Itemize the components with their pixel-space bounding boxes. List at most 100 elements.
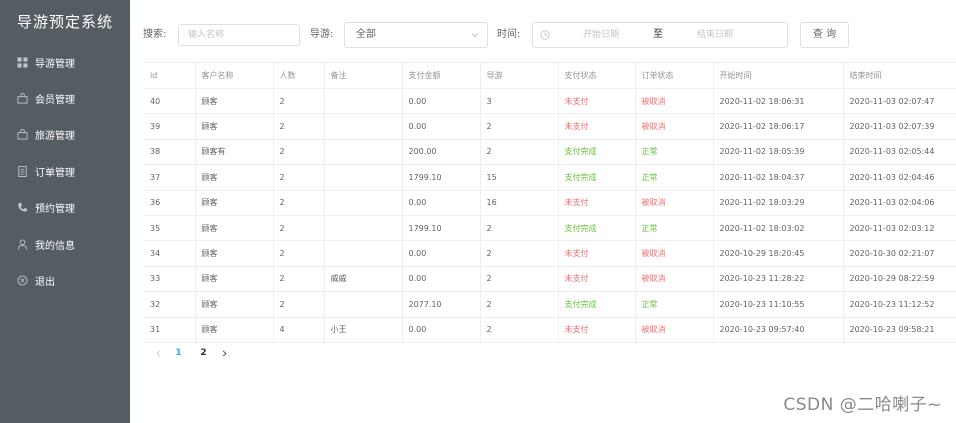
cell-people: 2 bbox=[273, 215, 325, 242]
cell-pay-status: 支付完成 bbox=[558, 164, 636, 191]
cell-people: 2 bbox=[273, 266, 325, 293]
sidebar-item-orders[interactable]: 订单管理 bbox=[0, 153, 130, 189]
start-date-input[interactable]: 开始日期 bbox=[583, 23, 619, 47]
cell-end-time: 2020-11-03 02:04:06 bbox=[843, 190, 956, 216]
cell-people: 2 bbox=[273, 88, 325, 115]
table-row: 32 顾客 2 2077.10 2 支付完成 正常 2020-10-23 11:10:55 20… bbox=[144, 291, 956, 318]
sidebar-item-label: 订单管理 bbox=[35, 167, 75, 179]
cell-customer: 顾客 bbox=[195, 88, 274, 115]
cell-end-time: 2020-11-03 02:07:47 bbox=[843, 88, 956, 115]
cell-people: 2 bbox=[273, 139, 325, 166]
column-header-pay-status: 支付状态 bbox=[558, 62, 636, 89]
cell-order-status: 正常 bbox=[635, 164, 714, 191]
column-header-order-status: 订单状态 bbox=[635, 62, 714, 89]
cell-start-time: 2020-11-02 18:03:02 bbox=[713, 215, 844, 242]
sidebar-item-label: 导游管理 bbox=[35, 58, 75, 70]
cell-customer: 顾客 bbox=[195, 317, 274, 343]
table-row: 33 顾客 2 威威 0.00 2 未支付 被取消 2020-10-23 11:28:22 202… bbox=[144, 266, 956, 293]
cell-amount: 1799.10 bbox=[402, 215, 481, 242]
guide-select-value: 全部 bbox=[356, 29, 376, 40]
guide-select[interactable]: 全部 bbox=[344, 22, 488, 48]
cell-pay-status: 未支付 bbox=[558, 240, 636, 267]
cell-order-status: 正常 bbox=[635, 139, 714, 166]
cell-id: 36 bbox=[144, 190, 196, 216]
cell-order-status: 正常 bbox=[635, 291, 714, 318]
cell-id: 34 bbox=[144, 240, 196, 267]
cell-id: 33 bbox=[144, 266, 196, 293]
sidebar-item-label: 会员管理 bbox=[35, 95, 75, 107]
chevron-right-icon bbox=[222, 350, 226, 356]
cell-customer: 顾客 bbox=[195, 113, 274, 140]
cell-amount: 0.00 bbox=[402, 88, 481, 115]
page-1-button[interactable]: 1 bbox=[166, 348, 191, 358]
column-header-people: 人数 bbox=[273, 62, 325, 89]
column-header-start-time: 开始时间 bbox=[713, 62, 844, 89]
cell-people: 2 bbox=[273, 164, 325, 191]
cell-note bbox=[324, 113, 403, 140]
cell-end-time: 2020-11-03 02:04:46 bbox=[843, 164, 956, 191]
cell-pay-status: 未支付 bbox=[558, 113, 636, 140]
table-row: 36 顾客 2 0.00 16 未支付 被取消 2020-11-02 18:03:29 2020… bbox=[144, 190, 956, 216]
page-2-button[interactable]: 2 bbox=[191, 348, 216, 358]
column-header-end-time: 结束时间 bbox=[843, 62, 956, 89]
table-row: 34 顾客 2 0.00 2 未支付 被取消 2020-10-29 18:20:45 2020-… bbox=[144, 240, 956, 267]
cell-start-time: 2020-10-23 09:57:40 bbox=[713, 317, 844, 343]
cell-guide: 2 bbox=[480, 317, 559, 343]
cell-order-status: 被取消 bbox=[635, 88, 714, 115]
cell-amount: 0.00 bbox=[402, 317, 481, 343]
cell-guide: 2 bbox=[480, 266, 559, 293]
pagination: 1 2 bbox=[150, 344, 232, 362]
prev-page-button[interactable] bbox=[150, 344, 166, 362]
bag-icon bbox=[16, 93, 28, 105]
cell-start-time: 2020-10-23 11:10:55 bbox=[713, 291, 844, 318]
table-body: 40 顾客 2 0.00 3 未支付 被取消 2020-11-02 18:06:31 2020-… bbox=[144, 88, 956, 343]
date-range-picker[interactable]: 开始日期 至 结束日期 bbox=[532, 22, 788, 48]
search-input[interactable] bbox=[178, 24, 300, 46]
app-title: 导游预定系统 bbox=[16, 13, 113, 31]
table-row: 31 顾客 4 小王 0.00 2 未支付 被取消 2020-10-23 09:57:40 202… bbox=[144, 317, 956, 343]
sidebar-item-label: 退出 bbox=[35, 277, 55, 289]
filter-toolbar: 搜索: 导游: 全部 时间: 开始日期 至 结束日期 查 询 bbox=[130, 22, 956, 48]
cell-guide: 3 bbox=[480, 88, 559, 115]
cell-end-time: 2020-11-03 02:05:44 bbox=[843, 139, 956, 166]
cell-end-time: 2020-10-29 08:22:59 bbox=[843, 266, 956, 293]
cell-guide: 15 bbox=[480, 164, 559, 191]
cell-pay-status: 未支付 bbox=[558, 190, 636, 216]
query-button[interactable]: 查 询 bbox=[800, 22, 849, 48]
bag-icon bbox=[16, 129, 28, 141]
sidebar-item-reservations[interactable]: 预约管理 bbox=[0, 190, 130, 226]
column-header-customer: 客户名称 bbox=[195, 62, 274, 89]
sidebar-item-tours[interactable]: 旅游管理 bbox=[0, 117, 130, 153]
cell-amount: 0.00 bbox=[402, 266, 481, 293]
sidebar-item-logout[interactable]: 退出 bbox=[0, 262, 130, 298]
sidebar-item-members[interactable]: 会员管理 bbox=[0, 80, 130, 116]
table-row: 35 顾客 2 1799.10 2 支付完成 正常 2020-11-02 18:03:02 20… bbox=[144, 215, 956, 242]
cell-pay-status: 支付完成 bbox=[558, 139, 636, 166]
watermark: CSDN @二哈喇子~ bbox=[783, 395, 942, 415]
end-date-input[interactable]: 结束日期 bbox=[697, 23, 733, 47]
clock-icon bbox=[540, 30, 550, 40]
cell-note: 威威 bbox=[324, 266, 403, 293]
cell-note bbox=[324, 88, 403, 115]
cell-note bbox=[324, 240, 403, 267]
cell-end-time: 2020-11-03 02:03:12 bbox=[843, 215, 956, 242]
next-page-button[interactable] bbox=[216, 344, 232, 362]
cell-id: 32 bbox=[144, 291, 196, 318]
cell-order-status: 被取消 bbox=[635, 317, 714, 343]
cell-start-time: 2020-11-02 18:04:37 bbox=[713, 164, 844, 191]
cell-guide: 2 bbox=[480, 113, 559, 140]
cell-customer: 顾客 bbox=[195, 164, 274, 191]
sidebar-item-label: 预约管理 bbox=[35, 204, 75, 216]
cell-guide: 2 bbox=[480, 291, 559, 318]
sidebar-item-profile[interactable]: 我的信息 bbox=[0, 226, 130, 262]
cell-amount: 0.00 bbox=[402, 190, 481, 216]
cell-pay-status: 未支付 bbox=[558, 88, 636, 115]
cell-customer: 顾客 bbox=[195, 215, 274, 242]
guide-label: 导游: bbox=[310, 29, 334, 40]
cell-note bbox=[324, 164, 403, 191]
cell-order-status: 被取消 bbox=[635, 113, 714, 140]
cell-id: 35 bbox=[144, 215, 196, 242]
sidebar-item-guides[interactable]: 导游管理 bbox=[0, 44, 130, 80]
column-header-amount: 支付金额 bbox=[402, 62, 481, 89]
cell-note bbox=[324, 291, 403, 318]
